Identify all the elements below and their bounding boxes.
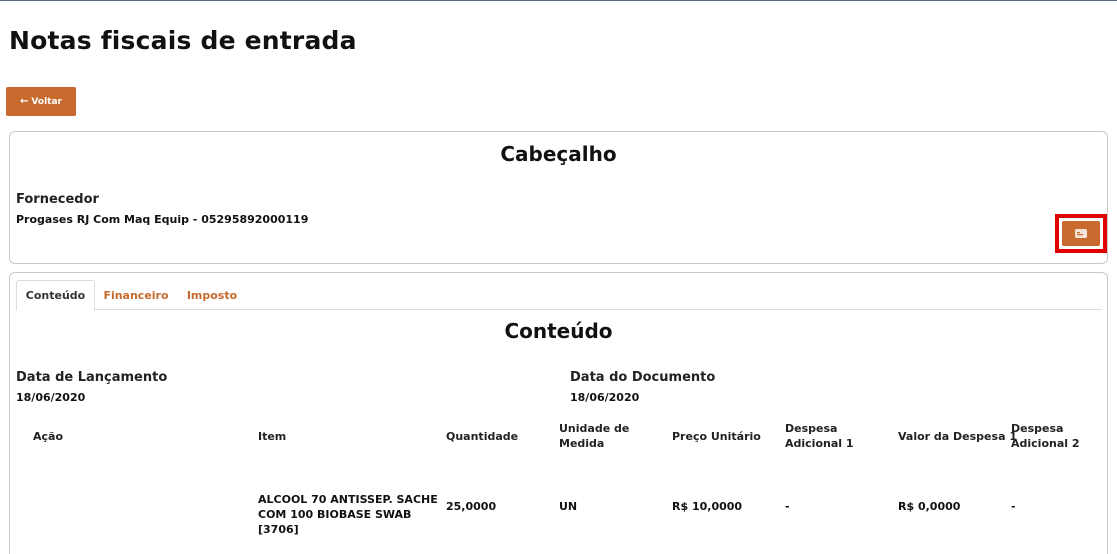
page-title: Notas fiscais de entrada	[9, 26, 357, 55]
col-header-quantidade: Quantidade	[446, 430, 519, 443]
cell-despesa2: -	[1011, 500, 1016, 513]
cell-item: ALCOOL 70 ANTISSEP. SACHE COM 100 BIOBAS…	[258, 493, 438, 536]
supplier-label: Fornecedor	[16, 192, 99, 207]
col-header-unidade: Unidade de Medida	[559, 422, 630, 450]
cell-quantidade: 25,0000	[446, 500, 497, 513]
col-header-acao: Ação	[33, 430, 64, 443]
cell-unidade: UN	[559, 500, 578, 513]
supplier-value: Progases RJ Com Maq Equip - 052958920001…	[16, 213, 309, 226]
header-card-title: Cabeçalho	[500, 142, 617, 166]
items-table: Ação Item Quantidade Unidade de Medida P…	[10, 273, 1090, 554]
col-header-despesa1: Despesa Adicional 1	[785, 422, 854, 450]
arrow-left-icon: ←	[20, 95, 29, 107]
cell-valor-despesa1: R$ 0,0000	[898, 500, 961, 513]
back-button[interactable]: ← Voltar	[6, 87, 76, 116]
back-button-label: Voltar	[31, 96, 62, 107]
header-card: Cabeçalho Fornecedor Progases RJ Com Maq…	[9, 131, 1108, 264]
col-header-valor-despesa1: Valor da Despesa 1	[898, 430, 1017, 443]
col-header-preco: Preço Unitário	[672, 430, 761, 443]
top-border	[0, 0, 1117, 1]
cell-preco: R$ 10,0000	[672, 500, 743, 513]
col-header-item: Item	[258, 430, 287, 443]
content-card: Conteúdo Financeiro Imposto Conteúdo Dat…	[9, 272, 1108, 554]
cell-despesa1: -	[785, 500, 790, 513]
col-header-despesa2: Despesa Adicional 2	[1011, 422, 1080, 450]
id-card-icon	[1075, 229, 1087, 238]
highlight-box	[1055, 214, 1107, 253]
supplier-details-button[interactable]	[1062, 221, 1100, 246]
